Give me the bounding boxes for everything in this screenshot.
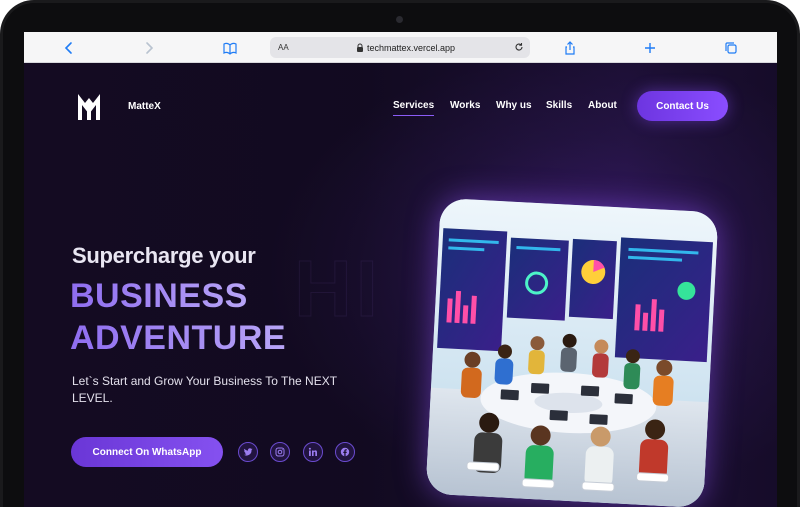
nav-about[interactable]: About <box>588 100 617 111</box>
site-navbar: MatteX Services Works Why us Skills Abou… <box>24 63 777 143</box>
nav-works[interactable]: Works <box>450 100 480 111</box>
new-tab-icon[interactable] <box>641 37 659 58</box>
nav-services[interactable]: Services <box>393 100 435 116</box>
twitter-icon[interactable] <box>238 442 258 462</box>
share-icon[interactable] <box>561 37 579 58</box>
reader-aa-button[interactable]: AA <box>278 43 289 52</box>
hero-heading-line2: ADVENTURE <box>70 319 287 357</box>
web-page: MatteX Services Works Why us Skills Abou… <box>24 63 777 507</box>
address-bar[interactable]: AA techmattex.vercel.app <box>270 37 530 58</box>
url-display[interactable]: techmattex.vercel.app <box>356 43 455 53</box>
ghost-watermark: HI <box>294 244 382 334</box>
facebook-icon[interactable] <box>335 442 355 462</box>
linkedin-icon[interactable] <box>303 442 323 462</box>
browser-toolbar: AA techmattex.vercel.app <box>24 32 777 63</box>
contact-us-button[interactable]: Contact Us <box>637 91 728 121</box>
url-text: techmattex.vercel.app <box>367 42 456 53</box>
screen: AA techmattex.vercel.app MatteX Services… <box>24 32 777 507</box>
hero-heading-small: Supercharge your <box>72 243 256 268</box>
camera-dot <box>396 16 403 23</box>
instagram-icon[interactable] <box>270 442 290 462</box>
nav-skills[interactable]: Skills <box>546 100 572 111</box>
back-icon[interactable] <box>60 37 78 58</box>
mattex-logo[interactable] <box>76 91 102 121</box>
hero-subtitle: Let`s Start and Grow Your Business To Th… <box>72 374 337 405</box>
reload-icon[interactable] <box>514 42 524 54</box>
tabs-overview-icon[interactable] <box>722 37 740 58</box>
whatsapp-button[interactable]: Connect On WhatsApp <box>71 437 223 467</box>
forward-icon[interactable] <box>140 37 158 58</box>
bookmarks-icon[interactable] <box>221 37 239 58</box>
lock-icon <box>357 43 363 52</box>
hero-heading-line1: BUSINESS <box>70 277 248 315</box>
brand-name[interactable]: MatteX <box>128 101 161 112</box>
nav-why-us[interactable]: Why us <box>496 100 532 111</box>
hero-illustration <box>425 197 719 507</box>
